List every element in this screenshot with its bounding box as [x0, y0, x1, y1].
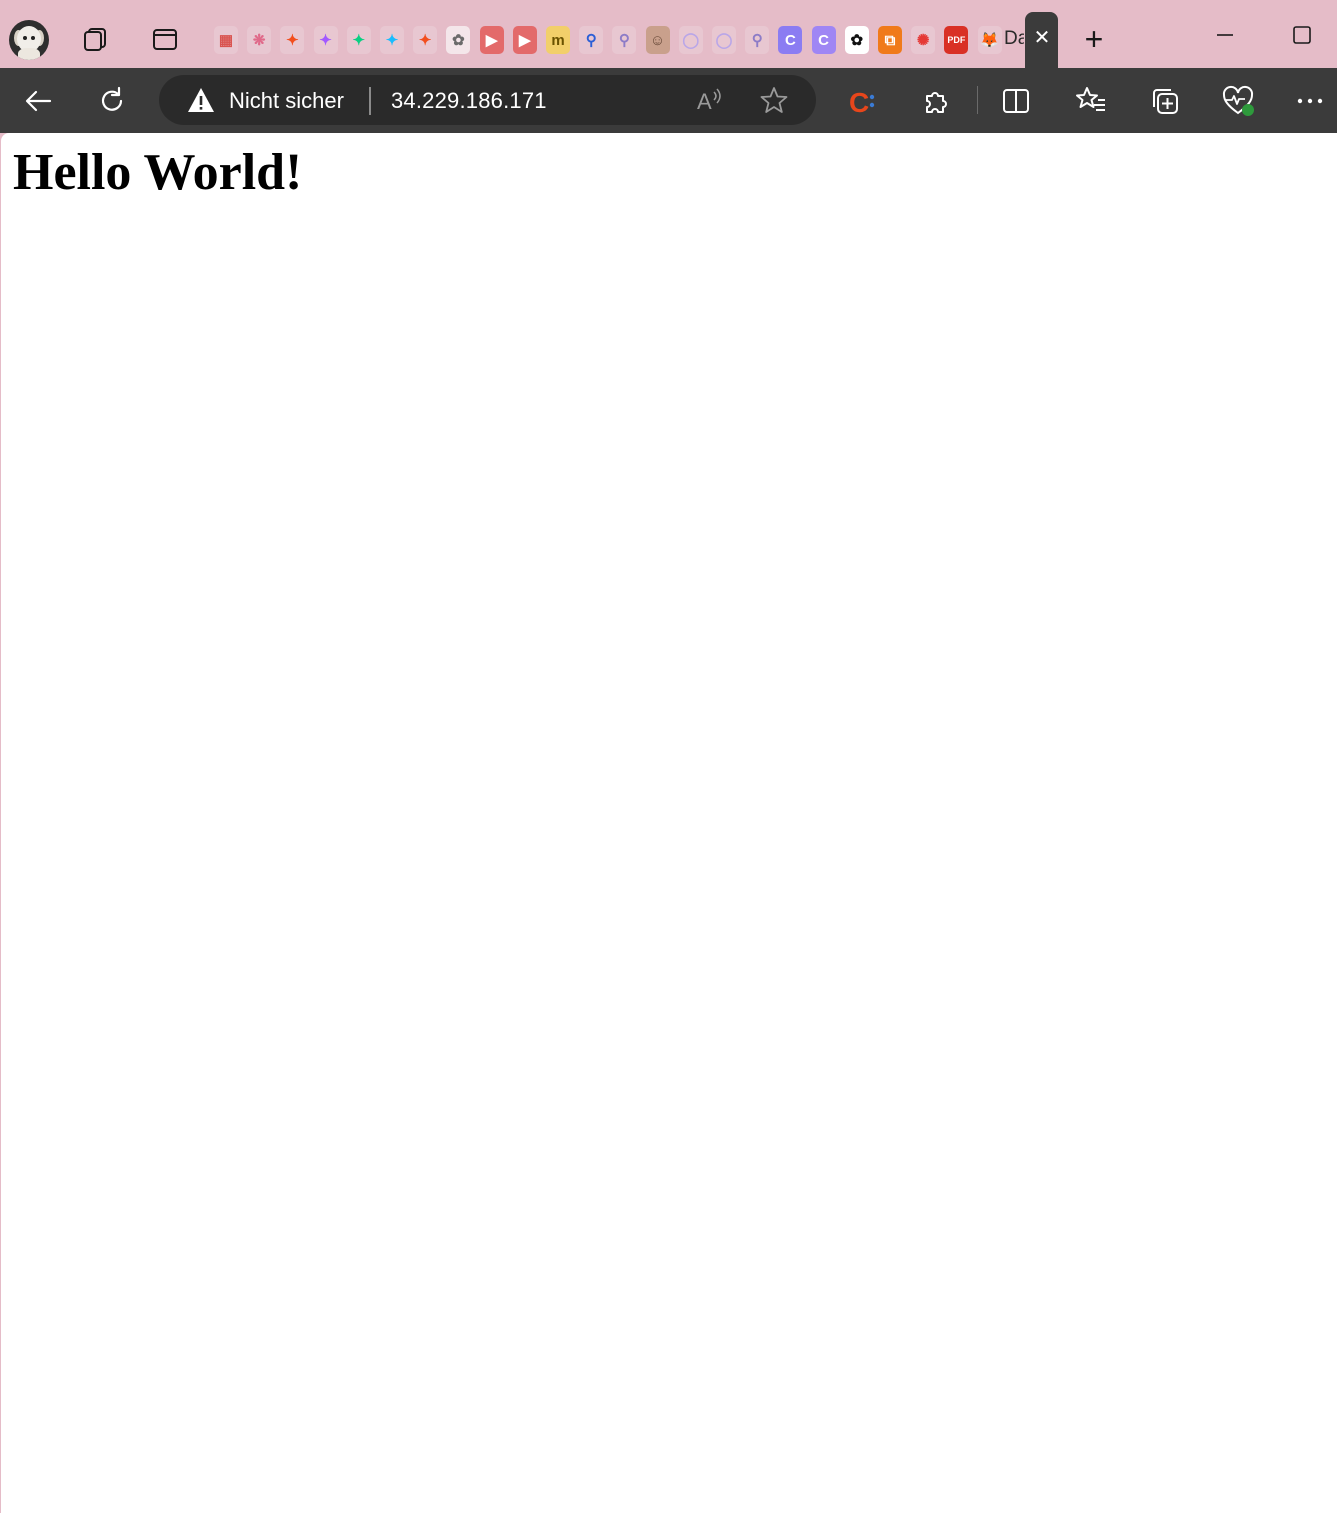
address-divider: [369, 87, 371, 115]
microsoft-tiles-icon[interactable]: ▦: [214, 26, 238, 54]
figma-icon-glyph: ✦: [385, 31, 399, 49]
youtube-icon[interactable]: ▶: [479, 26, 504, 54]
red-star-icon[interactable]: ✺: [911, 26, 936, 54]
search-icon[interactable]: ⚲: [745, 26, 770, 54]
reload-icon: [101, 86, 123, 111]
profile-photo-icon-glyph: ☺: [649, 31, 666, 49]
canva-icon[interactable]: C: [811, 26, 836, 54]
miro-icon-glyph: m: [551, 31, 565, 49]
active-tab[interactable]: ✕: [1025, 12, 1058, 68]
more-options-icon[interactable]: [1291, 82, 1329, 120]
figma-icon[interactable]: ✦: [346, 26, 371, 54]
figma-icon[interactable]: ✦: [380, 26, 404, 54]
figma-icon-glyph: ✦: [418, 31, 432, 49]
openai-icon-glyph: ✿: [452, 31, 465, 49]
figma-icon[interactable]: ✦: [413, 26, 438, 54]
toolbar-divider: [977, 86, 978, 114]
browser-essentials-heart-icon[interactable]: [1219, 82, 1257, 120]
pdf-icon[interactable]: PDF: [944, 26, 969, 54]
svg-text:C: C: [849, 87, 869, 118]
clock-icon-glyph: ◯: [682, 31, 700, 49]
red-star-icon-glyph: ✺: [916, 31, 930, 49]
canva-icon-glyph: C: [818, 31, 830, 49]
tab-actions-icon[interactable]: [150, 24, 180, 54]
reload-button[interactable]: [93, 82, 131, 120]
profile-photo-icon[interactable]: ☺: [645, 26, 670, 54]
youtube-icon-glyph: ▶: [485, 31, 498, 49]
figma-icon-glyph: ✦: [352, 31, 366, 49]
overlapping-squares-icon-glyph: ⧉: [884, 31, 896, 49]
add-favorite-star-icon[interactable]: [759, 85, 789, 115]
clock-icon[interactable]: ◯: [712, 26, 736, 54]
search-icon-glyph: ⚲: [751, 31, 763, 49]
canva-icon-glyph: C: [784, 31, 796, 49]
figma-icon-glyph: ✦: [286, 31, 299, 49]
maximize-button[interactable]: [1282, 18, 1322, 52]
canva-icon[interactable]: C: [778, 26, 803, 54]
address-bar[interactable]: Nicht sicher 34.229.186.171 A: [159, 75, 816, 125]
active-tab-title[interactable]: Da: [1004, 28, 1024, 50]
dotted-circle-icon-glyph: ❋: [252, 31, 266, 49]
figma-icon[interactable]: ✦: [280, 26, 305, 54]
clock-icon-glyph: ◯: [715, 31, 733, 49]
openai-icon[interactable]: ✿: [446, 26, 471, 54]
warning-icon[interactable]: [187, 86, 215, 114]
svg-text:A: A: [697, 89, 712, 114]
figma-icon[interactable]: ✦: [313, 26, 338, 54]
minimize-button[interactable]: [1205, 18, 1245, 52]
pdf-icon-glyph: PDF: [947, 34, 966, 45]
split-screen-icon[interactable]: [997, 82, 1035, 120]
gitlab-icon-glyph: 🦊: [980, 31, 999, 49]
page-heading: Hello World!: [13, 144, 303, 201]
miro-icon[interactable]: m: [546, 26, 570, 54]
extension-c-icon[interactable]: C: [843, 82, 881, 120]
collections-icon[interactable]: [1146, 82, 1184, 120]
search-icon[interactable]: ⚲: [612, 26, 637, 54]
workspaces-icon[interactable]: [80, 24, 110, 54]
search-icon-glyph: ⚲: [618, 31, 630, 49]
openai-icon[interactable]: ✿: [844, 26, 869, 54]
search-icon[interactable]: ⚲: [579, 26, 604, 54]
browser-toolbar: Nicht sicher 34.229.186.171 A C: [0, 68, 1337, 133]
openai-icon-glyph: ✿: [850, 31, 864, 49]
maximize-icon: [1293, 26, 1311, 44]
back-arrow-icon: [25, 90, 52, 112]
security-label[interactable]: Nicht sicher: [229, 88, 344, 114]
page-viewport: Hello World!: [1, 133, 1337, 1513]
tab-strip: ▦ ❋ ✦ ✦ ✦ ✦ ✦ ✿ ▶ ▶ m ⚲ ⚲ ☺ ◯ ◯ ⚲ C C ✿ ⧉ ✺ PDF 🦊 Da ✕ +: [0, 0, 1337, 68]
favorites-icon[interactable]: [1072, 82, 1110, 120]
youtube-icon-glyph: ▶: [519, 31, 531, 49]
dotted-circle-icon[interactable]: ❋: [247, 26, 272, 54]
youtube-icon[interactable]: ▶: [512, 26, 537, 54]
microsoft-tiles-icon-glyph: ▦: [218, 31, 234, 49]
profile-avatar[interactable]: [9, 20, 49, 60]
extensions-puzzle-icon[interactable]: [917, 82, 955, 120]
clock-icon[interactable]: ◯: [678, 26, 703, 54]
back-button[interactable]: [19, 82, 57, 120]
url-text[interactable]: 34.229.186.171: [391, 88, 547, 114]
close-tab-icon[interactable]: ✕: [1031, 27, 1053, 49]
search-icon-glyph: ⚲: [585, 31, 597, 49]
minimize-icon: [1217, 34, 1233, 36]
read-aloud-icon[interactable]: A: [694, 85, 724, 115]
overlapping-squares-icon[interactable]: ⧉: [878, 26, 902, 54]
gitlab-icon[interactable]: 🦊: [977, 26, 1002, 54]
new-tab-button[interactable]: +: [1078, 23, 1110, 56]
figma-icon-glyph: ✦: [319, 31, 332, 49]
